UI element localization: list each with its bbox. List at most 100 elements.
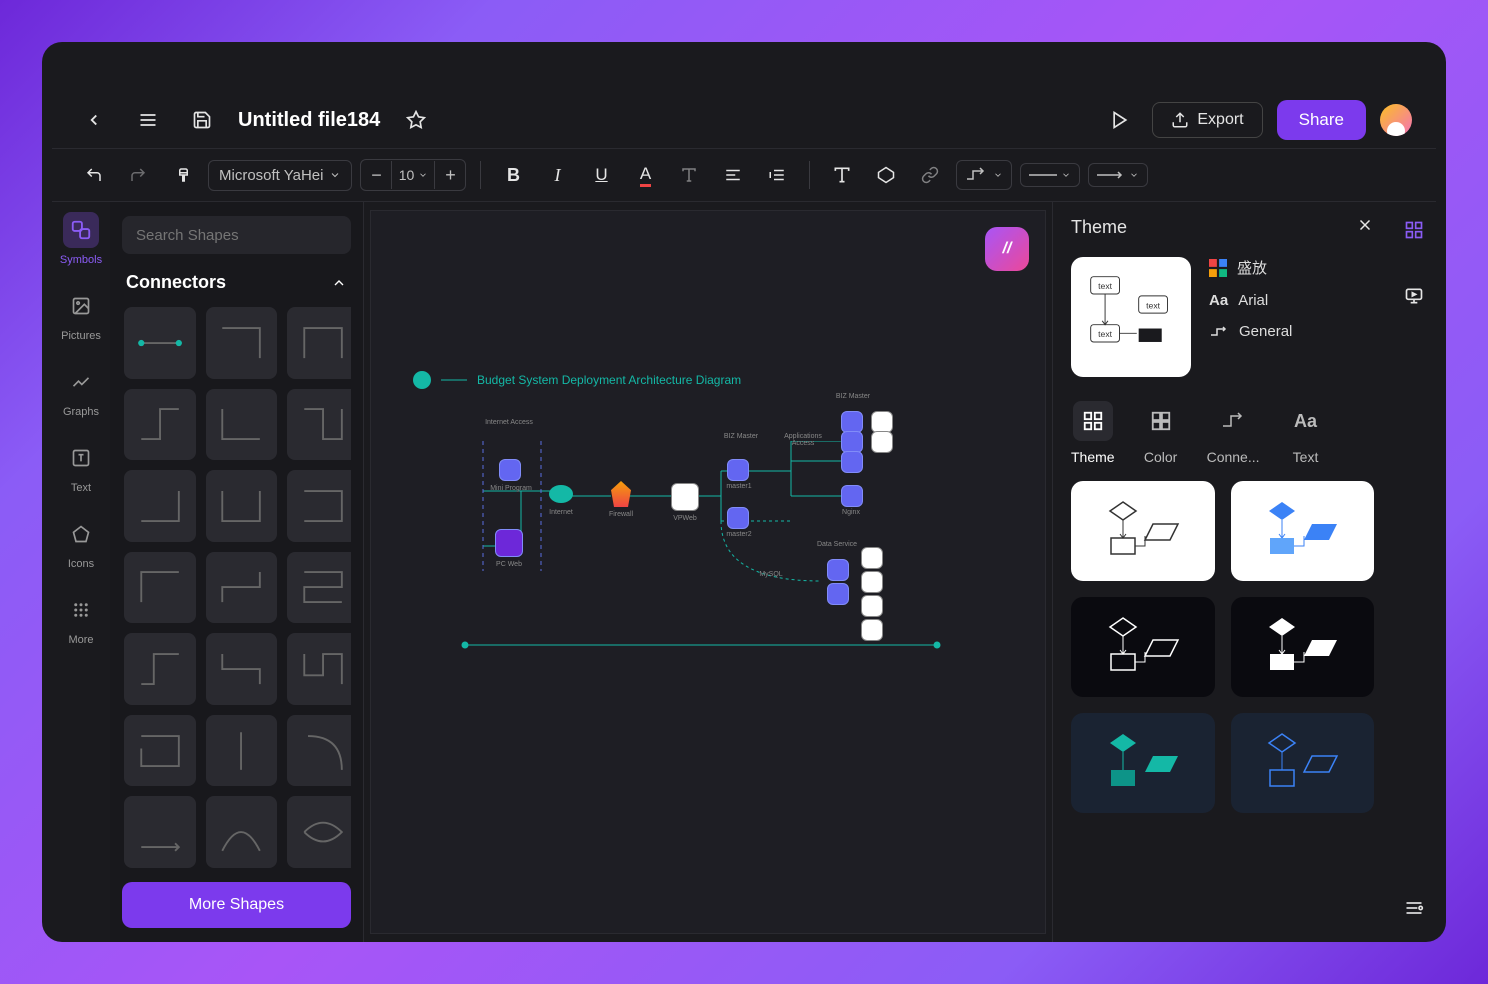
file-title[interactable]: Untitled file184 <box>238 109 380 132</box>
connector-shape[interactable] <box>287 796 351 868</box>
diagram-node[interactable] <box>841 485 863 507</box>
align-button[interactable] <box>715 157 751 193</box>
connector-shape[interactable] <box>287 389 351 461</box>
theme-option[interactable] <box>1231 713 1375 813</box>
sidebar-symbols[interactable]: Symbols <box>52 212 110 266</box>
diagram-node[interactable] <box>827 583 849 605</box>
fill-button[interactable] <box>868 157 904 193</box>
decrease-size-button[interactable]: − <box>361 160 391 190</box>
connector-shape[interactable] <box>124 715 196 787</box>
theme-option[interactable] <box>1071 597 1215 697</box>
ai-badge-icon[interactable]: // <box>985 227 1029 271</box>
connector-shape[interactable] <box>206 715 278 787</box>
connector-shape[interactable] <box>206 389 278 461</box>
diagram-node[interactable] <box>495 529 523 557</box>
diagram-node[interactable] <box>861 619 883 641</box>
export-button[interactable]: Export <box>1152 102 1262 138</box>
diagram-node[interactable] <box>861 595 883 617</box>
increase-size-button[interactable]: + <box>435 160 465 190</box>
connector-shape[interactable] <box>206 470 278 542</box>
diagram-node[interactable] <box>841 451 863 473</box>
diagram-node[interactable] <box>671 483 699 511</box>
diagram-node[interactable] <box>861 571 883 593</box>
diagram-node[interactable] <box>727 459 749 481</box>
theme-option[interactable] <box>1071 713 1215 813</box>
connector-shape[interactable] <box>287 633 351 705</box>
connector-shape[interactable] <box>206 796 278 868</box>
close-button[interactable] <box>1356 216 1374 239</box>
sidebar-more[interactable]: More <box>52 592 110 646</box>
section-header[interactable]: Connectors <box>126 272 347 293</box>
connector-row[interactable]: General <box>1209 323 1374 340</box>
font-selector[interactable]: Microsoft YaHei <box>208 160 352 191</box>
diagram-title[interactable]: Budget System Deployment Architecture Di… <box>413 371 741 389</box>
font-size-value[interactable]: 10 <box>391 161 435 189</box>
text-tool-button[interactable] <box>824 157 860 193</box>
font-color-button[interactable]: A <box>627 157 663 193</box>
cloud-icon[interactable] <box>549 485 573 503</box>
apps-button[interactable] <box>1396 212 1432 248</box>
back-button[interactable] <box>76 102 112 138</box>
text-case-button[interactable] <box>671 157 707 193</box>
diagram-node[interactable] <box>871 431 893 453</box>
diagram-node[interactable] <box>827 559 849 581</box>
sidebar-text[interactable]: Text <box>52 440 110 494</box>
share-button[interactable]: Share <box>1277 100 1366 140</box>
connector-shape[interactable] <box>287 470 351 542</box>
diagram-node[interactable] <box>871 411 893 433</box>
color-scheme-row[interactable]: 盛放 <box>1209 257 1374 278</box>
diagram-node[interactable] <box>499 459 521 481</box>
connector-style-dropdown[interactable] <box>956 160 1012 190</box>
format-painter-button[interactable] <box>164 157 200 193</box>
favorite-button[interactable] <box>398 102 434 138</box>
search-input[interactable] <box>136 227 335 244</box>
sidebar-icons[interactable]: Icons <box>52 516 110 570</box>
line-style-dropdown[interactable] <box>1020 163 1080 187</box>
tab-text[interactable]: AaText <box>1286 401 1326 465</box>
theme-option[interactable] <box>1071 481 1215 581</box>
undo-button[interactable] <box>76 157 112 193</box>
search-box[interactable] <box>122 216 351 254</box>
diagram-node[interactable] <box>861 547 883 569</box>
canvas[interactable]: // Budget System Deployment Architecture… <box>370 210 1046 934</box>
connector-shape[interactable] <box>124 389 196 461</box>
underline-button[interactable]: U <box>583 157 619 193</box>
tab-theme[interactable]: Theme <box>1071 401 1115 465</box>
italic-button[interactable]: I <box>539 157 575 193</box>
font-row[interactable]: Aa Arial <box>1209 292 1374 309</box>
link-button[interactable] <box>912 157 948 193</box>
diagram-node[interactable] <box>841 411 863 433</box>
preview-thumbnail[interactable]: text text text <box>1071 257 1191 377</box>
tab-connector[interactable]: Conne... <box>1207 401 1260 465</box>
layers-button[interactable] <box>1396 890 1432 926</box>
sidebar-graphs[interactable]: Graphs <box>52 364 110 418</box>
connector-shape[interactable] <box>124 470 196 542</box>
theme-option[interactable] <box>1231 481 1375 581</box>
connector-shape[interactable] <box>206 307 278 379</box>
save-button[interactable] <box>184 102 220 138</box>
redo-button[interactable] <box>120 157 156 193</box>
connector-shape[interactable] <box>287 307 351 379</box>
connector-shape[interactable] <box>124 307 196 379</box>
connector-shape[interactable] <box>287 715 351 787</box>
theme-option[interactable] <box>1231 597 1375 697</box>
bold-button[interactable]: B <box>495 157 531 193</box>
diagram-node[interactable] <box>841 431 863 453</box>
diagram-node[interactable] <box>727 507 749 529</box>
sidebar-pictures[interactable]: Pictures <box>52 288 110 342</box>
connector-shape[interactable] <box>206 552 278 624</box>
tab-color[interactable]: Color <box>1141 401 1181 465</box>
present-button[interactable] <box>1396 278 1432 314</box>
line-spacing-button[interactable] <box>759 157 795 193</box>
arrow-style-dropdown[interactable] <box>1088 163 1148 187</box>
avatar[interactable] <box>1380 104 1412 136</box>
more-shapes-button[interactable]: More Shapes <box>122 882 351 928</box>
connector-shape[interactable] <box>206 633 278 705</box>
font-size-control: − 10 + <box>360 159 466 191</box>
connector-shape[interactable] <box>124 633 196 705</box>
connector-shape[interactable] <box>124 552 196 624</box>
play-button[interactable] <box>1102 102 1138 138</box>
connector-shape[interactable] <box>124 796 196 868</box>
menu-button[interactable] <box>130 102 166 138</box>
connector-shape[interactable] <box>287 552 351 624</box>
